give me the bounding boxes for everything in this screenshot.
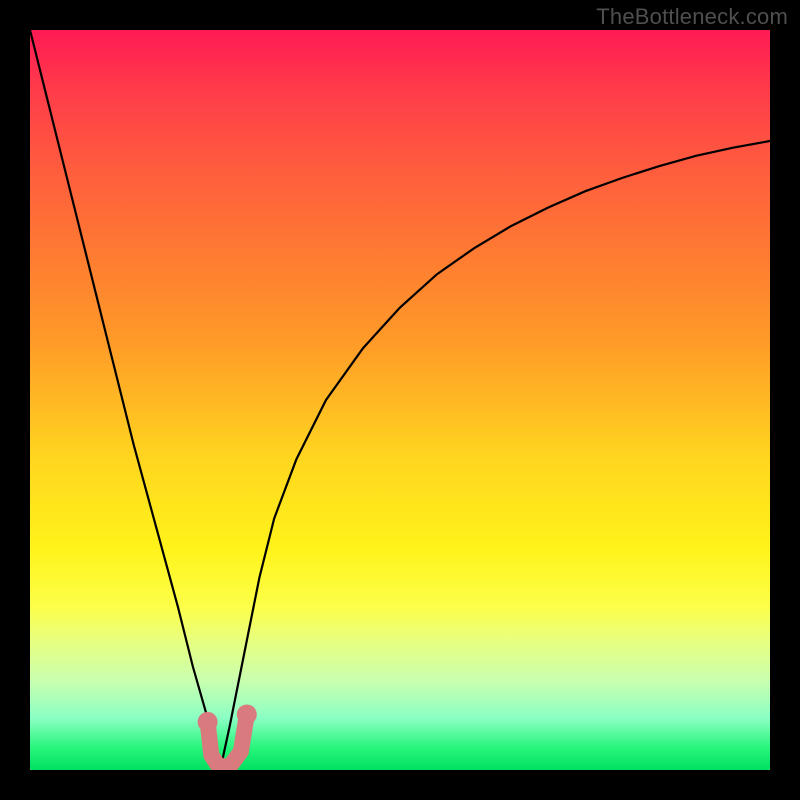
watermark-text: TheBottleneck.com [596,4,788,30]
bottleneck-curve [30,30,770,770]
chart-svg [30,30,770,770]
highlight-endpoint [198,712,218,732]
plot-area [30,30,770,770]
highlight-endpoint [237,705,257,725]
chart-frame: TheBottleneck.com [0,0,800,800]
